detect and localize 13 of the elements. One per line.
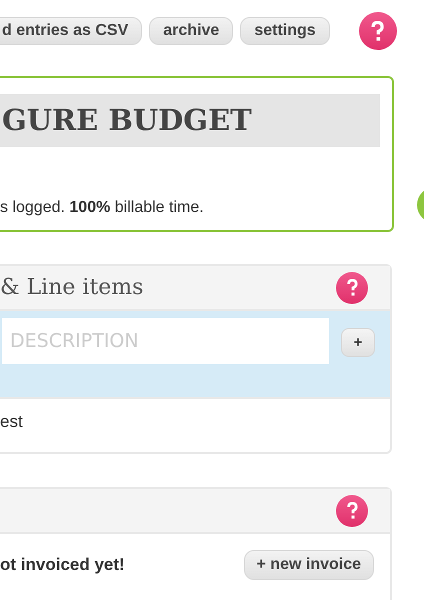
- budget-summary: s logged. 100% billable time.: [0, 199, 205, 217]
- budget-title: GURE BUDGET: [0, 94, 380, 147]
- help-icon[interactable]: [336, 272, 368, 304]
- toolbar-button[interactable]: archive: [149, 17, 234, 45]
- help-icon[interactable]: [336, 494, 368, 526]
- toolbar-button[interactable]: settings: [240, 17, 330, 45]
- new-invoice-button[interactable]: + new invoice: [244, 550, 374, 580]
- line-item-text: est: [0, 412, 23, 432]
- toolbar-button[interactable]: d entries as CSV: [0, 17, 142, 45]
- invoice-message: ot invoiced yet!: [0, 555, 125, 575]
- add-button[interactable]: +: [341, 328, 375, 357]
- help-icon[interactable]: [358, 12, 397, 50]
- panel-title: & Line items: [0, 275, 144, 300]
